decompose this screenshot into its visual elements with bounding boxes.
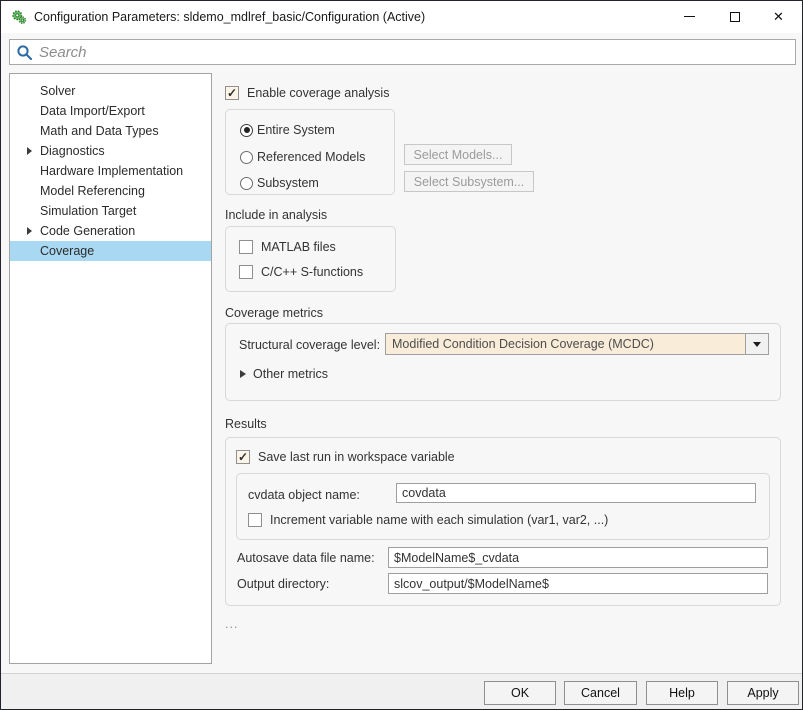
save-last-run-checkbox[interactable] xyxy=(236,450,250,464)
autosave-data-file-name-field[interactable] xyxy=(388,547,768,568)
minimize-button[interactable] xyxy=(667,1,712,32)
subsystem-radio[interactable] xyxy=(240,177,253,190)
coverage-metrics-heading: Coverage metrics xyxy=(225,306,323,320)
sidebar-item-math-and-data-types[interactable]: Math and Data Types xyxy=(10,121,211,141)
collapsed-arrow-icon[interactable] xyxy=(240,370,246,378)
save-last-run-row[interactable]: Save last run in workspace variable xyxy=(236,449,455,465)
coverage-metrics-groupbox: Structural coverage level: Modified Cond… xyxy=(225,323,781,401)
c-cpp-sfunctions-row[interactable]: C/C++ S-functions xyxy=(239,264,363,280)
structural-coverage-level-combo[interactable]: Modified Condition Decision Coverage (MC… xyxy=(385,333,769,355)
window-title: Configuration Parameters: sldemo_mdlref_… xyxy=(34,10,425,24)
increment-variable-checkbox[interactable] xyxy=(248,513,262,527)
scope-referenced-models-row[interactable]: Referenced Models xyxy=(240,149,365,165)
sidebar-item-hardware-implementation[interactable]: Hardware Implementation xyxy=(10,161,211,181)
maximize-button[interactable] xyxy=(712,1,757,32)
ok-button[interactable]: OK xyxy=(484,681,556,705)
structural-coverage-level-value[interactable]: Modified Condition Decision Coverage (MC… xyxy=(385,333,745,355)
cancel-button[interactable]: Cancel xyxy=(564,681,637,705)
configuration-parameters-dialog: Configuration Parameters: sldemo_mdlref_… xyxy=(0,0,803,710)
button-bar: OK Cancel Help Apply xyxy=(1,673,802,710)
close-button[interactable]: ✕ xyxy=(756,1,801,32)
results-groupbox: Save last run in workspace variable cvda… xyxy=(225,437,781,606)
include-groupbox: MATLAB files C/C++ S-functions xyxy=(225,226,396,292)
enable-coverage-checkbox[interactable] xyxy=(225,86,239,100)
select-subsystem-button[interactable]: Select Subsystem... xyxy=(404,171,534,192)
entire-system-radio[interactable] xyxy=(240,124,253,137)
close-icon: ✕ xyxy=(773,10,784,23)
expand-arrow-icon[interactable] xyxy=(27,147,32,155)
enable-coverage-row[interactable]: Enable coverage analysis xyxy=(225,85,389,101)
results-heading: Results xyxy=(225,417,267,431)
chevron-down-icon xyxy=(753,342,761,347)
ellipsis-text: ... xyxy=(225,617,238,631)
include-in-analysis-heading: Include in analysis xyxy=(225,208,327,222)
sidebar-item-solver[interactable]: Solver xyxy=(10,81,211,101)
enable-coverage-label: Enable coverage analysis xyxy=(247,86,389,100)
sidebar-item-code-generation[interactable]: Code Generation xyxy=(10,221,211,241)
structural-coverage-level-label: Structural coverage level: xyxy=(239,338,380,352)
category-tree: Solver Data Import/Export Math and Data … xyxy=(9,73,212,664)
matlab-files-checkbox[interactable] xyxy=(239,240,253,254)
simulink-gears-icon xyxy=(11,9,27,25)
titlebar[interactable]: Configuration Parameters: sldemo_mdlref_… xyxy=(1,1,802,33)
sidebar-item-diagnostics[interactable]: Diagnostics xyxy=(10,141,211,161)
other-metrics-row[interactable]: Other metrics xyxy=(240,366,328,382)
sidebar-item-model-referencing[interactable]: Model Referencing xyxy=(10,181,211,201)
sidebar-item-coverage[interactable]: Coverage xyxy=(10,241,211,261)
scope-entire-system-row[interactable]: Entire System xyxy=(240,122,335,138)
matlab-files-row[interactable]: MATLAB files xyxy=(239,239,336,255)
scope-subsystem-row[interactable]: Subsystem xyxy=(240,175,319,191)
increment-variable-row[interactable]: Increment variable name with each simula… xyxy=(248,512,608,528)
cvdata-object-name-label: cvdata object name: xyxy=(248,488,360,502)
workspace-variable-groupbox: cvdata object name: Increment variable n… xyxy=(236,473,770,540)
minimize-icon xyxy=(684,16,695,17)
output-directory-field[interactable] xyxy=(388,573,768,594)
sidebar-item-simulation-target[interactable]: Simulation Target xyxy=(10,201,211,221)
autosave-data-file-name-label: Autosave data file name: xyxy=(237,551,375,565)
select-models-button[interactable]: Select Models... xyxy=(404,144,512,165)
c-cpp-sfunctions-checkbox[interactable] xyxy=(239,265,253,279)
scope-groupbox: Entire System Referenced Models Subsyste… xyxy=(225,109,395,195)
combo-dropdown-button[interactable] xyxy=(745,333,769,355)
apply-button[interactable]: Apply xyxy=(727,681,799,705)
search-input[interactable] xyxy=(39,44,789,61)
output-directory-label: Output directory: xyxy=(237,577,329,591)
search-icon xyxy=(16,44,33,61)
sidebar-item-data-import-export[interactable]: Data Import/Export xyxy=(10,101,211,121)
cvdata-object-name-field[interactable] xyxy=(396,483,756,503)
maximize-icon xyxy=(730,12,740,22)
referenced-models-radio[interactable] xyxy=(240,151,253,164)
search-bar[interactable] xyxy=(9,39,796,65)
help-button[interactable]: Help xyxy=(646,681,718,705)
expand-arrow-icon[interactable] xyxy=(27,227,32,235)
